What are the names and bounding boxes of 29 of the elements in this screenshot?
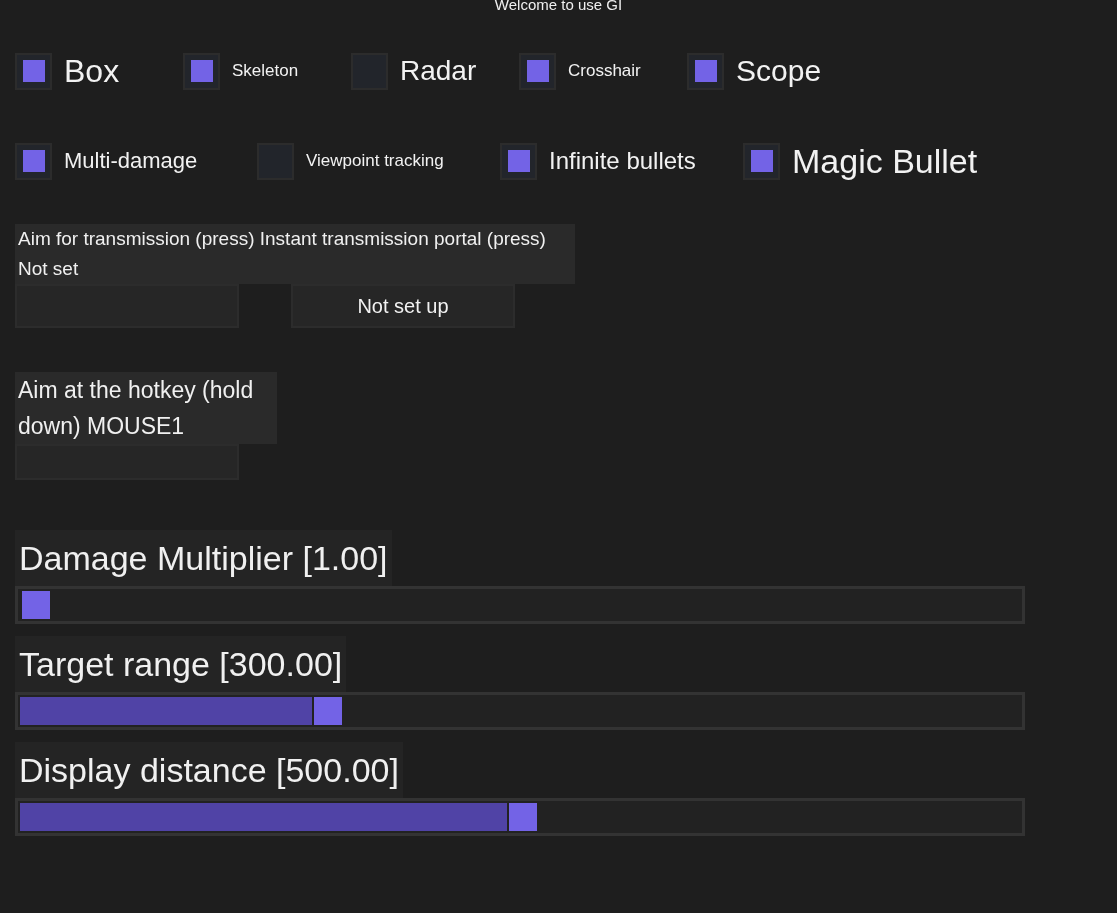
checkbox-label: Crosshair	[568, 61, 641, 81]
checkbox[interactable]	[519, 52, 556, 90]
hotkey-label: Aim at the hotkey (hold down) MOUSE1	[15, 372, 277, 444]
hotkey-button[interactable]: Not set up	[291, 284, 515, 328]
checkbox[interactable]	[687, 52, 724, 90]
slider-label: Damage Multiplier [1.00]	[15, 530, 392, 586]
window-title: Welcome to use GI	[493, 0, 624, 14]
checkbox[interactable]	[15, 52, 52, 90]
checkbox-label: Infinite bullets	[549, 147, 696, 175]
checkbox-label: Radar	[400, 55, 477, 87]
checkbox[interactable]	[500, 142, 537, 180]
checkbox-label: Magic Bullet	[792, 141, 978, 181]
slider-thumb[interactable]	[509, 803, 537, 831]
checkbox[interactable]	[743, 142, 780, 180]
checkbox[interactable]	[183, 52, 220, 90]
checkbox-label: Multi-damage	[64, 148, 198, 174]
hotkey-label: Aim for transmission (press) Instant transmission portal (press) Not set	[15, 224, 575, 284]
slider-label: Target range [300.00]	[15, 636, 347, 692]
slider-thumb[interactable]	[314, 697, 343, 725]
checkbox-label: Box	[64, 52, 120, 90]
slider-label: Display distance [500.00]	[15, 742, 403, 798]
slider-track[interactable]	[15, 586, 1025, 624]
checkbox-label: Scope	[736, 54, 822, 88]
slider-track[interactable]	[15, 798, 1025, 836]
checkbox-label: Viewpoint tracking	[306, 151, 444, 171]
checkbox-label: Skeleton	[232, 61, 299, 81]
checkbox[interactable]	[15, 142, 52, 180]
slider-track[interactable]	[15, 692, 1025, 730]
slider-thumb[interactable]	[22, 591, 50, 619]
